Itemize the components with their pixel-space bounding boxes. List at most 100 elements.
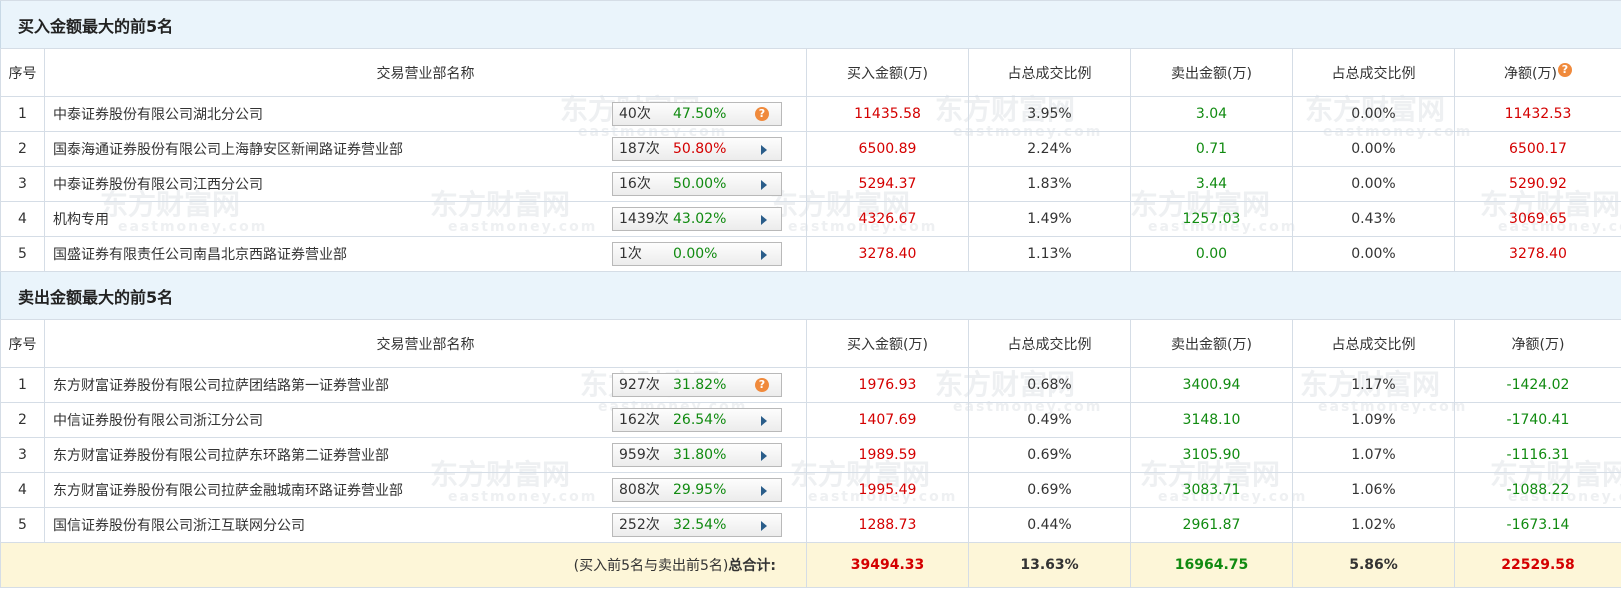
table-row: 4 东方财富证券股份有限公司拉萨金融城南环路证券营业部 808次 29.95% 1995… [0, 472, 1621, 508]
broker-name[interactable]: 东方财富证券股份有限公司拉萨团结路第一证券营业部 [53, 375, 389, 395]
arrow-right-icon[interactable] [761, 215, 767, 225]
sell-ratio: 1.06% [1292, 472, 1455, 508]
sell-ratio: 1.02% [1292, 507, 1455, 543]
appear-count: 187次 [619, 141, 660, 157]
win-rate: 43.02% [673, 211, 727, 227]
question-icon[interactable]: ? [755, 378, 769, 392]
table-row: 1 中泰证券股份有限公司湖北分公司 40次 47.50%? 11435.58 3.95% 3… [0, 96, 1621, 132]
arrow-right-icon[interactable] [761, 416, 767, 426]
history-badge[interactable]: 808次 29.95% [612, 478, 782, 502]
total-net: 22529.58 [1454, 542, 1621, 588]
history-badge[interactable]: 40次 47.50%? [612, 102, 782, 126]
question-icon[interactable]: ? [755, 107, 769, 121]
win-rate: 0.00% [673, 246, 718, 262]
net-amount: -1740.41 [1454, 402, 1621, 438]
appear-count: 927次 [619, 377, 660, 393]
appear-count: 1次 [619, 246, 642, 262]
question-icon[interactable]: ? [1557, 62, 1572, 77]
col-header-sell-amount: 卖出金额(万) [1130, 319, 1293, 368]
row-index: 4 [0, 201, 45, 237]
table-row: 3 东方财富证券股份有限公司拉萨东环路第二证券营业部 959次 31.80% 1989.… [0, 437, 1621, 473]
table-row: 5 国信证券股份有限公司浙江互联网分公司 252次 32.54% 1288.73 0.44… [0, 507, 1621, 543]
total-label: (买入前5名与卖出前5名)总合计: [0, 542, 807, 588]
appear-count: 16次 [619, 176, 651, 192]
buy-amount: 1976.93 [806, 367, 969, 403]
history-badge[interactable]: 187次 50.80% [612, 137, 782, 161]
broker-name[interactable]: 机构专用 [53, 209, 109, 229]
row-index: 1 [0, 367, 45, 403]
broker-cell: 东方财富证券股份有限公司拉萨团结路第一证券营业部 927次 31.82%? [44, 367, 807, 403]
col-header-buy-ratio: 占总成交比例 [968, 319, 1131, 368]
arrow-right-icon[interactable] [761, 145, 767, 155]
history-badge[interactable]: 1次 0.00% [612, 242, 782, 266]
history-badge[interactable]: 959次 31.80% [612, 443, 782, 467]
history-badge[interactable]: 1439次 43.02% [612, 207, 782, 231]
broker-name[interactable]: 东方财富证券股份有限公司拉萨金融城南环路证券营业部 [53, 480, 403, 500]
sell-header-row: 序号 交易营业部名称 买入金额(万) 占总成交比例 卖出金额(万) 占总成交比例… [0, 319, 1621, 368]
buy-amount: 5294.37 [806, 166, 969, 202]
broker-name[interactable]: 国泰海通证券股份有限公司上海静安区新闸路证券营业部 [53, 139, 403, 159]
arrow-right-icon[interactable] [761, 250, 767, 260]
broker-name[interactable]: 国信证券股份有限公司浙江互联网分公司 [53, 515, 305, 535]
appear-count: 808次 [619, 482, 660, 498]
net-amount: 5290.92 [1454, 166, 1621, 202]
table-row: 5 国盛证券有限责任公司南昌北京西路证券营业部 1次 0.00% 3278.40 1.13… [0, 236, 1621, 272]
table-row: 4 机构专用 1439次 43.02% 4326.67 1.49% 1257.03 0.43%… [0, 201, 1621, 237]
sell-ratio: 0.00% [1292, 131, 1455, 167]
buy-amount: 1407.69 [806, 402, 969, 438]
history-badge[interactable]: 162次 26.54% [612, 408, 782, 432]
broker-cell: 东方财富证券股份有限公司拉萨东环路第二证券营业部 959次 31.80% [44, 437, 807, 473]
broker-cell: 中泰证券股份有限公司湖北分公司 40次 47.50%? [44, 96, 807, 132]
sell-amount: 3.44 [1130, 166, 1293, 202]
broker-cell: 东方财富证券股份有限公司拉萨金融城南环路证券营业部 808次 29.95% [44, 472, 807, 508]
arrow-right-icon[interactable] [761, 180, 767, 190]
buy-ratio: 1.49% [968, 201, 1131, 237]
history-badge[interactable]: 252次 32.54% [612, 513, 782, 537]
sell-ratio: 0.00% [1292, 96, 1455, 132]
col-header-index: 序号 [0, 48, 45, 97]
col-header-buy-amount: 买入金额(万) [806, 48, 969, 97]
win-rate: 31.80% [673, 447, 727, 463]
total-sell: 16964.75 [1130, 542, 1293, 588]
row-index: 2 [0, 402, 45, 438]
col-header-buy-amount: 买入金额(万) [806, 319, 969, 368]
net-amount: 6500.17 [1454, 131, 1621, 167]
net-amount: -1424.02 [1454, 367, 1621, 403]
broker-name[interactable]: 中泰证券股份有限公司江西分公司 [53, 174, 263, 194]
buy-amount: 1995.49 [806, 472, 969, 508]
buy-amount: 4326.67 [806, 201, 969, 237]
history-badge[interactable]: 16次 50.00% [612, 172, 782, 196]
col-header-buy-ratio: 占总成交比例 [968, 48, 1131, 97]
sell-amount: 3.04 [1130, 96, 1293, 132]
buy-section-title: 买入金额最大的前5名 [0, 0, 1621, 49]
arrow-right-icon[interactable] [761, 521, 767, 531]
broker-name[interactable]: 东方财富证券股份有限公司拉萨东环路第二证券营业部 [53, 445, 389, 465]
buy-ratio: 3.95% [968, 96, 1131, 132]
net-amount: -1673.14 [1454, 507, 1621, 543]
win-rate: 29.95% [673, 482, 727, 498]
arrow-right-icon[interactable] [761, 451, 767, 461]
history-badge[interactable]: 927次 31.82%? [612, 373, 782, 397]
total-row: (买入前5名与卖出前5名)总合计: 39494.33 13.63% 16964.… [0, 542, 1621, 588]
dragon-tiger-table: 买入金额最大的前5名 序号 交易营业部名称 买入金额(万) 占总成交比例 卖出金… [0, 0, 1621, 588]
sell-ratio: 1.09% [1292, 402, 1455, 438]
broker-cell: 国盛证券有限责任公司南昌北京西路证券营业部 1次 0.00% [44, 236, 807, 272]
sell-amount: 3083.71 [1130, 472, 1293, 508]
appear-count: 252次 [619, 517, 660, 533]
sell-ratio: 0.00% [1292, 166, 1455, 202]
arrow-right-icon[interactable] [761, 486, 767, 496]
row-index: 5 [0, 236, 45, 272]
col-header-broker: 交易营业部名称 [44, 48, 807, 97]
table-row: 2 中信证券股份有限公司浙江分公司 162次 26.54% 1407.69 0.49% 31… [0, 402, 1621, 438]
broker-cell: 机构专用 1439次 43.02% [44, 201, 807, 237]
broker-name[interactable]: 国盛证券有限责任公司南昌北京西路证券营业部 [53, 244, 347, 264]
broker-name[interactable]: 中泰证券股份有限公司湖北分公司 [53, 104, 263, 124]
broker-cell: 国泰海通证券股份有限公司上海静安区新闸路证券营业部 187次 50.80% [44, 131, 807, 167]
buy-amount: 6500.89 [806, 131, 969, 167]
sell-amount: 3400.94 [1130, 367, 1293, 403]
sell-amount: 0.71 [1130, 131, 1293, 167]
buy-ratio: 2.24% [968, 131, 1131, 167]
broker-name[interactable]: 中信证券股份有限公司浙江分公司 [53, 410, 263, 430]
col-header-sell-ratio: 占总成交比例 [1292, 319, 1455, 368]
buy-amount: 11435.58 [806, 96, 969, 132]
